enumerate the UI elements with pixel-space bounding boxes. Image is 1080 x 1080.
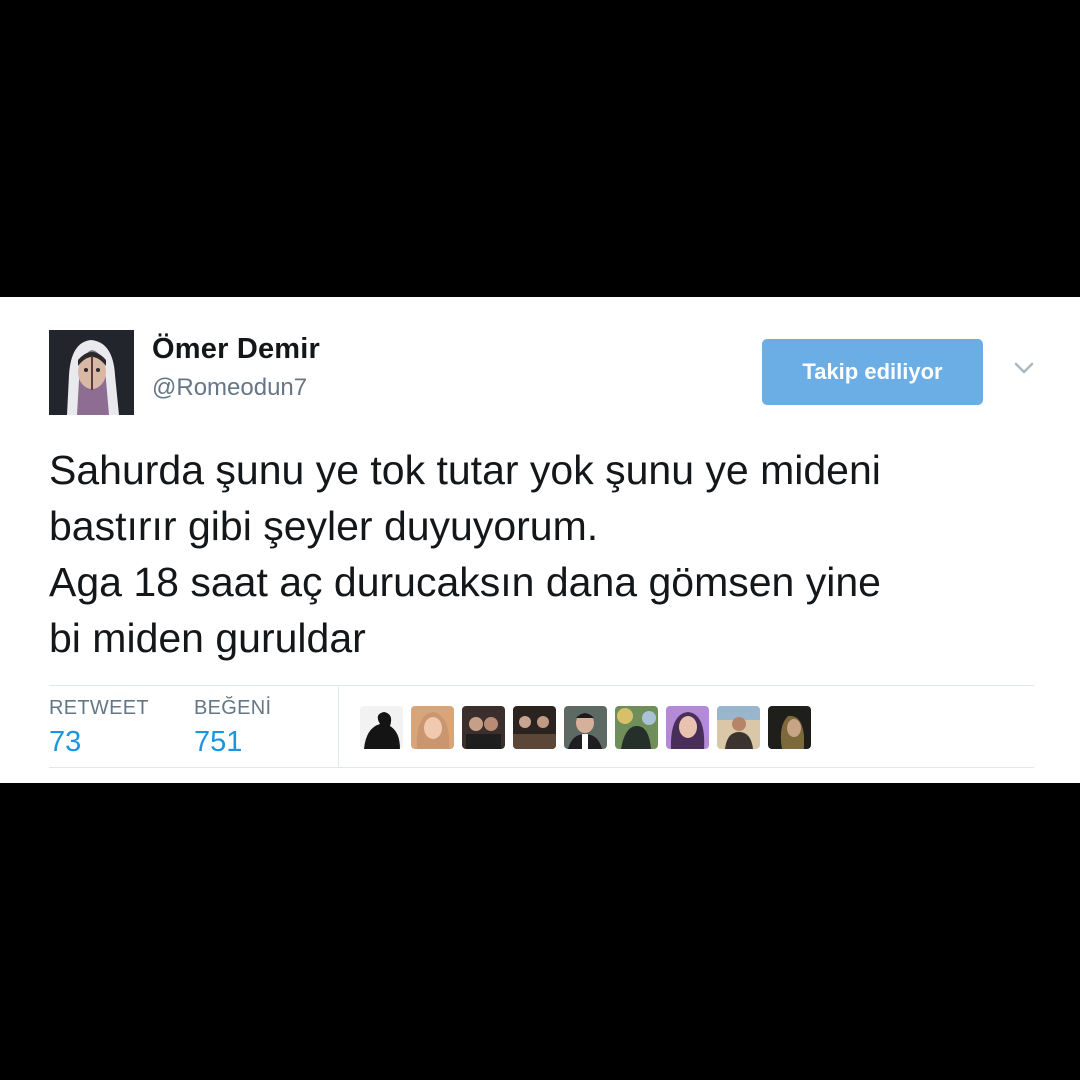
- tweet-text-line: bi miden guruldar: [49, 615, 366, 661]
- liker-avatar[interactable]: [513, 706, 556, 749]
- retweet-stat[interactable]: RETWEET 73: [49, 697, 149, 759]
- retweet-label: RETWEET: [49, 697, 149, 719]
- liker-avatar[interactable]: [564, 706, 607, 749]
- liker-avatar[interactable]: [666, 706, 709, 749]
- display-name[interactable]: Ömer Demir: [152, 333, 320, 366]
- like-label: BEĞENİ: [194, 697, 272, 719]
- following-button[interactable]: Takip ediliyor: [762, 339, 983, 405]
- liker-avatar[interactable]: [462, 706, 505, 749]
- like-stat[interactable]: BEĞENİ 751: [194, 697, 271, 759]
- liker-avatar[interactable]: [360, 706, 403, 749]
- like-count: 751: [194, 726, 243, 758]
- liker-avatar[interactable]: [717, 706, 760, 749]
- stats-separator: [338, 687, 339, 767]
- tweet-text-line: Aga 18 saat aç durucaksın dana gömsen yi…: [49, 559, 881, 605]
- liker-avatar[interactable]: [768, 706, 811, 749]
- stats-bottom-divider: [49, 767, 1034, 768]
- liker-avatar[interactable]: [411, 706, 454, 749]
- tweet-text-line: Sahurda şunu ye tok tutar yok şunu ye mi…: [49, 447, 881, 493]
- stats-top-divider: [49, 685, 1034, 686]
- screenshot-frame: Ömer Demir @Romeodun7 Takip ediliyor Sah…: [0, 0, 1080, 1080]
- tweet-card: Ömer Demir @Romeodun7 Takip ediliyor Sah…: [0, 297, 1080, 783]
- profile-avatar[interactable]: [49, 330, 134, 415]
- tweet-text-line: bastırır gibi şeyler duyuyorum.: [49, 503, 599, 549]
- user-handle[interactable]: @Romeodun7: [152, 374, 307, 402]
- chevron-down-icon[interactable]: [1010, 357, 1038, 379]
- retweet-count: 73: [49, 726, 82, 758]
- tweet-text: Sahurda şunu ye tok tutar yok şunu ye mi…: [49, 442, 1059, 666]
- liker-avatar[interactable]: [615, 706, 658, 749]
- liker-avatars: [360, 706, 811, 749]
